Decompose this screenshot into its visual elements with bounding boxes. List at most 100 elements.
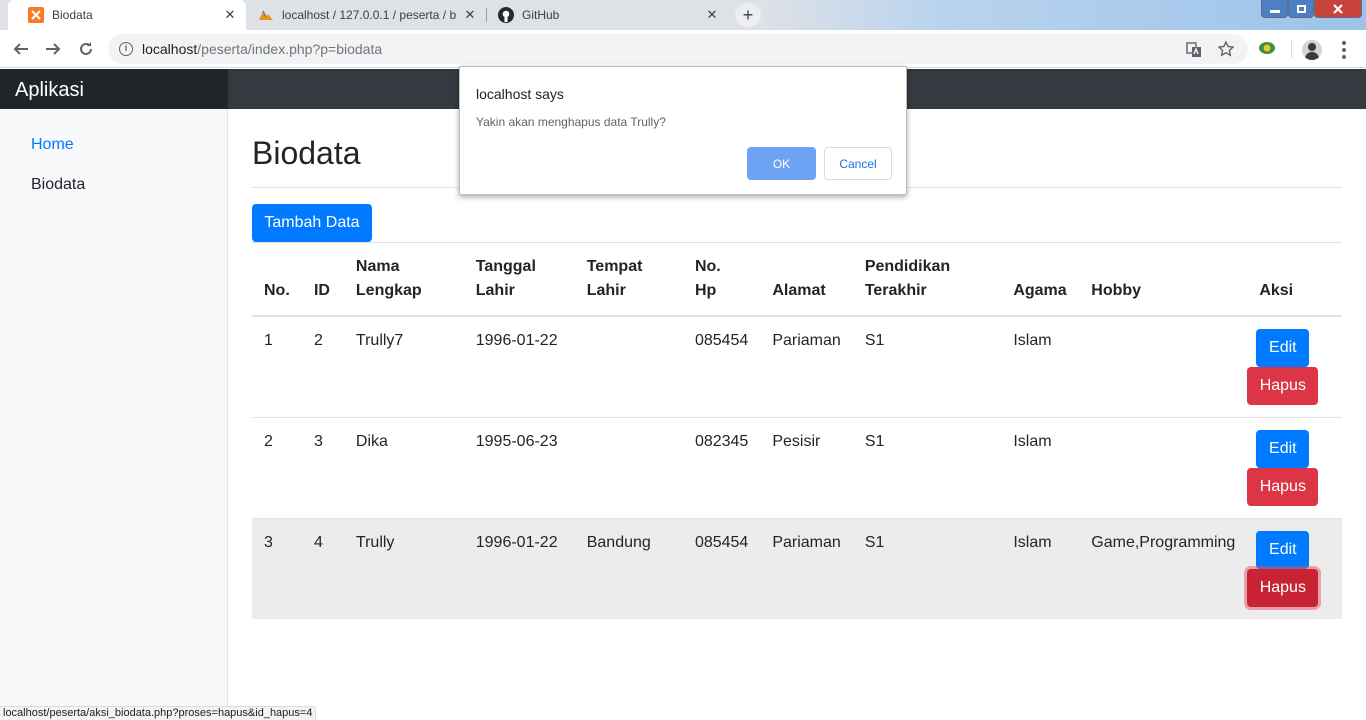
table-cell [574,315,683,417]
table-cell: Islam [1001,315,1080,417]
site-info-icon[interactable]: i [119,42,133,56]
table-cell: 3 [301,416,344,518]
back-button[interactable] [8,36,34,62]
column-header: Tempat Lahir [574,243,683,317]
restore-icon [1296,4,1306,13]
arrow-right-icon [46,43,61,55]
table-cell: Pariaman [760,315,853,417]
add-data-button[interactable]: Tambah Data [252,204,372,242]
table-cell: 1995-06-23 [463,416,575,518]
table-cell: S1 [852,517,1002,619]
table-header-row: No. ID Nama Lengkap Tanggal Lahir Tempat Lahir N… [252,243,1342,317]
table-cell: S1 [852,416,1002,518]
tab-title: GitHub [522,8,560,22]
table-cell: 4 [301,517,344,619]
edit-button[interactable]: Edit [1256,329,1310,367]
table-cell: 1 [252,315,302,417]
edit-button[interactable]: Edit [1256,530,1310,569]
table-cell: Trully [343,517,464,619]
column-header: Aksi [1247,243,1342,317]
column-header-text: Lengkap [355,282,422,299]
translate-icon[interactable] [1186,42,1202,58]
forward-button[interactable] [40,36,66,62]
table-cell [1079,315,1248,417]
tab-github[interactable]: GitHub ✕ [478,0,728,30]
tab-title: Biodata [52,8,93,22]
column-header-text: Aksi [1259,282,1294,299]
toolbar-divider [1291,40,1292,58]
tab-title: localhost / 127.0.0.1 / peserta / b [282,8,457,22]
xampp-icon [28,7,44,23]
column-header-text: Nama [355,258,400,275]
status-bar-url: localhost/peserta/aksi_biodata.php?prose… [0,706,317,720]
biodata-table: No. ID Nama Lengkap Tanggal Lahir Tempat Lahir N… [252,243,1342,619]
table-cell: 1996-01-22 [463,315,575,417]
table-cell: 085454 [682,315,761,417]
column-header-text: Tanggal [475,258,536,275]
column-header-text: No. [694,258,721,275]
column-header-text: Alamat [772,282,826,299]
delete-button[interactable]: Hapus [1247,568,1319,607]
url-text[interactable]: localhost/peserta/index.php?p=biodata [142,41,382,57]
extension-icon[interactable] [1258,39,1276,57]
tab-phpmyadmin[interactable]: localhost / 127.0.0.1 / peserta / b ✕ [238,0,486,30]
table-cell: Pariaman [760,517,853,619]
browser-toolbar: i localhost/peserta/index.php?p=biodata [0,30,1366,68]
reload-button[interactable] [73,36,99,62]
table-cell [574,416,683,518]
chrome-menu-icon[interactable] [1338,40,1350,60]
column-header: Alamat [760,243,853,317]
column-header: Agama [1001,243,1080,317]
tab-strip: Biodata ✕ localhost / 127.0.0.1 / pesert… [0,0,1366,30]
column-header-text: ID [313,282,330,299]
arrow-left-icon [13,43,28,55]
table-cell: 1996-01-22 [463,517,575,619]
minimize-icon [1269,10,1280,13]
column-header: No. Hp [682,243,761,317]
cancel-button[interactable]: Cancel [824,147,892,180]
table-cell: 2 [301,315,344,417]
delete-button[interactable]: Hapus [1247,467,1319,506]
restore-window-button[interactable] [1288,0,1314,18]
column-header: No. [252,243,302,317]
close-tab-icon[interactable]: ✕ [222,7,238,23]
page-title: Biodata [252,135,361,171]
table-cell: 082345 [682,416,761,518]
sidebar-item-home[interactable]: Home [31,136,74,154]
tab-biodata[interactable]: Biodata ✕ [8,0,246,30]
column-header: Tanggal Lahir [463,243,575,317]
table-cell: Pesisir [760,416,853,518]
table-row: 1 2 Trully7 1996-01-22 085454 Pariaman S1 Islam… [252,315,1342,417]
confirm-dialog: localhost says Yakin akan menghapus data… [459,66,907,195]
table-cell: 085454 [682,517,761,619]
delete-button[interactable]: Hapus [1247,367,1319,405]
table-cell: S1 [852,315,1002,417]
actions-cell: Edit Hapus [1247,517,1342,619]
edit-button[interactable]: Edit [1256,429,1310,468]
actions-cell: Edit Hapus [1247,416,1342,518]
column-header: Hobby [1079,243,1248,317]
url-path: /peserta/index.php?p=biodata [197,41,383,57]
column-header-text: Lahir [475,282,515,299]
ok-button[interactable]: OK [747,147,816,180]
minimize-window-button[interactable] [1261,0,1288,18]
close-icon [1333,3,1343,14]
sidebar-item-biodata[interactable]: Biodata [31,176,85,194]
profile-avatar[interactable] [1302,40,1322,60]
column-header: Nama Lengkap [343,243,464,317]
close-tab-icon[interactable]: ✕ [704,7,720,23]
table-cell: Trully7 [343,315,464,417]
address-bar[interactable]: i localhost/peserta/index.php?p=biodata [108,34,1248,64]
column-header-text: Agama [1013,282,1067,299]
star-bookmark-icon[interactable] [1218,41,1234,57]
close-window-button[interactable] [1314,0,1362,18]
github-icon [498,7,514,23]
table-cell: Bandung [574,517,683,619]
column-header: ID [301,243,344,317]
table-cell [1079,416,1248,518]
close-tab-icon[interactable]: ✕ [462,7,478,23]
reload-icon [80,42,92,55]
navbar-brand[interactable]: Aplikasi [0,69,228,109]
table-row: 3 4 Trully 1996-01-22 Bandung 085454 Pariaman S… [252,517,1342,619]
new-tab-button[interactable]: + [735,3,761,27]
